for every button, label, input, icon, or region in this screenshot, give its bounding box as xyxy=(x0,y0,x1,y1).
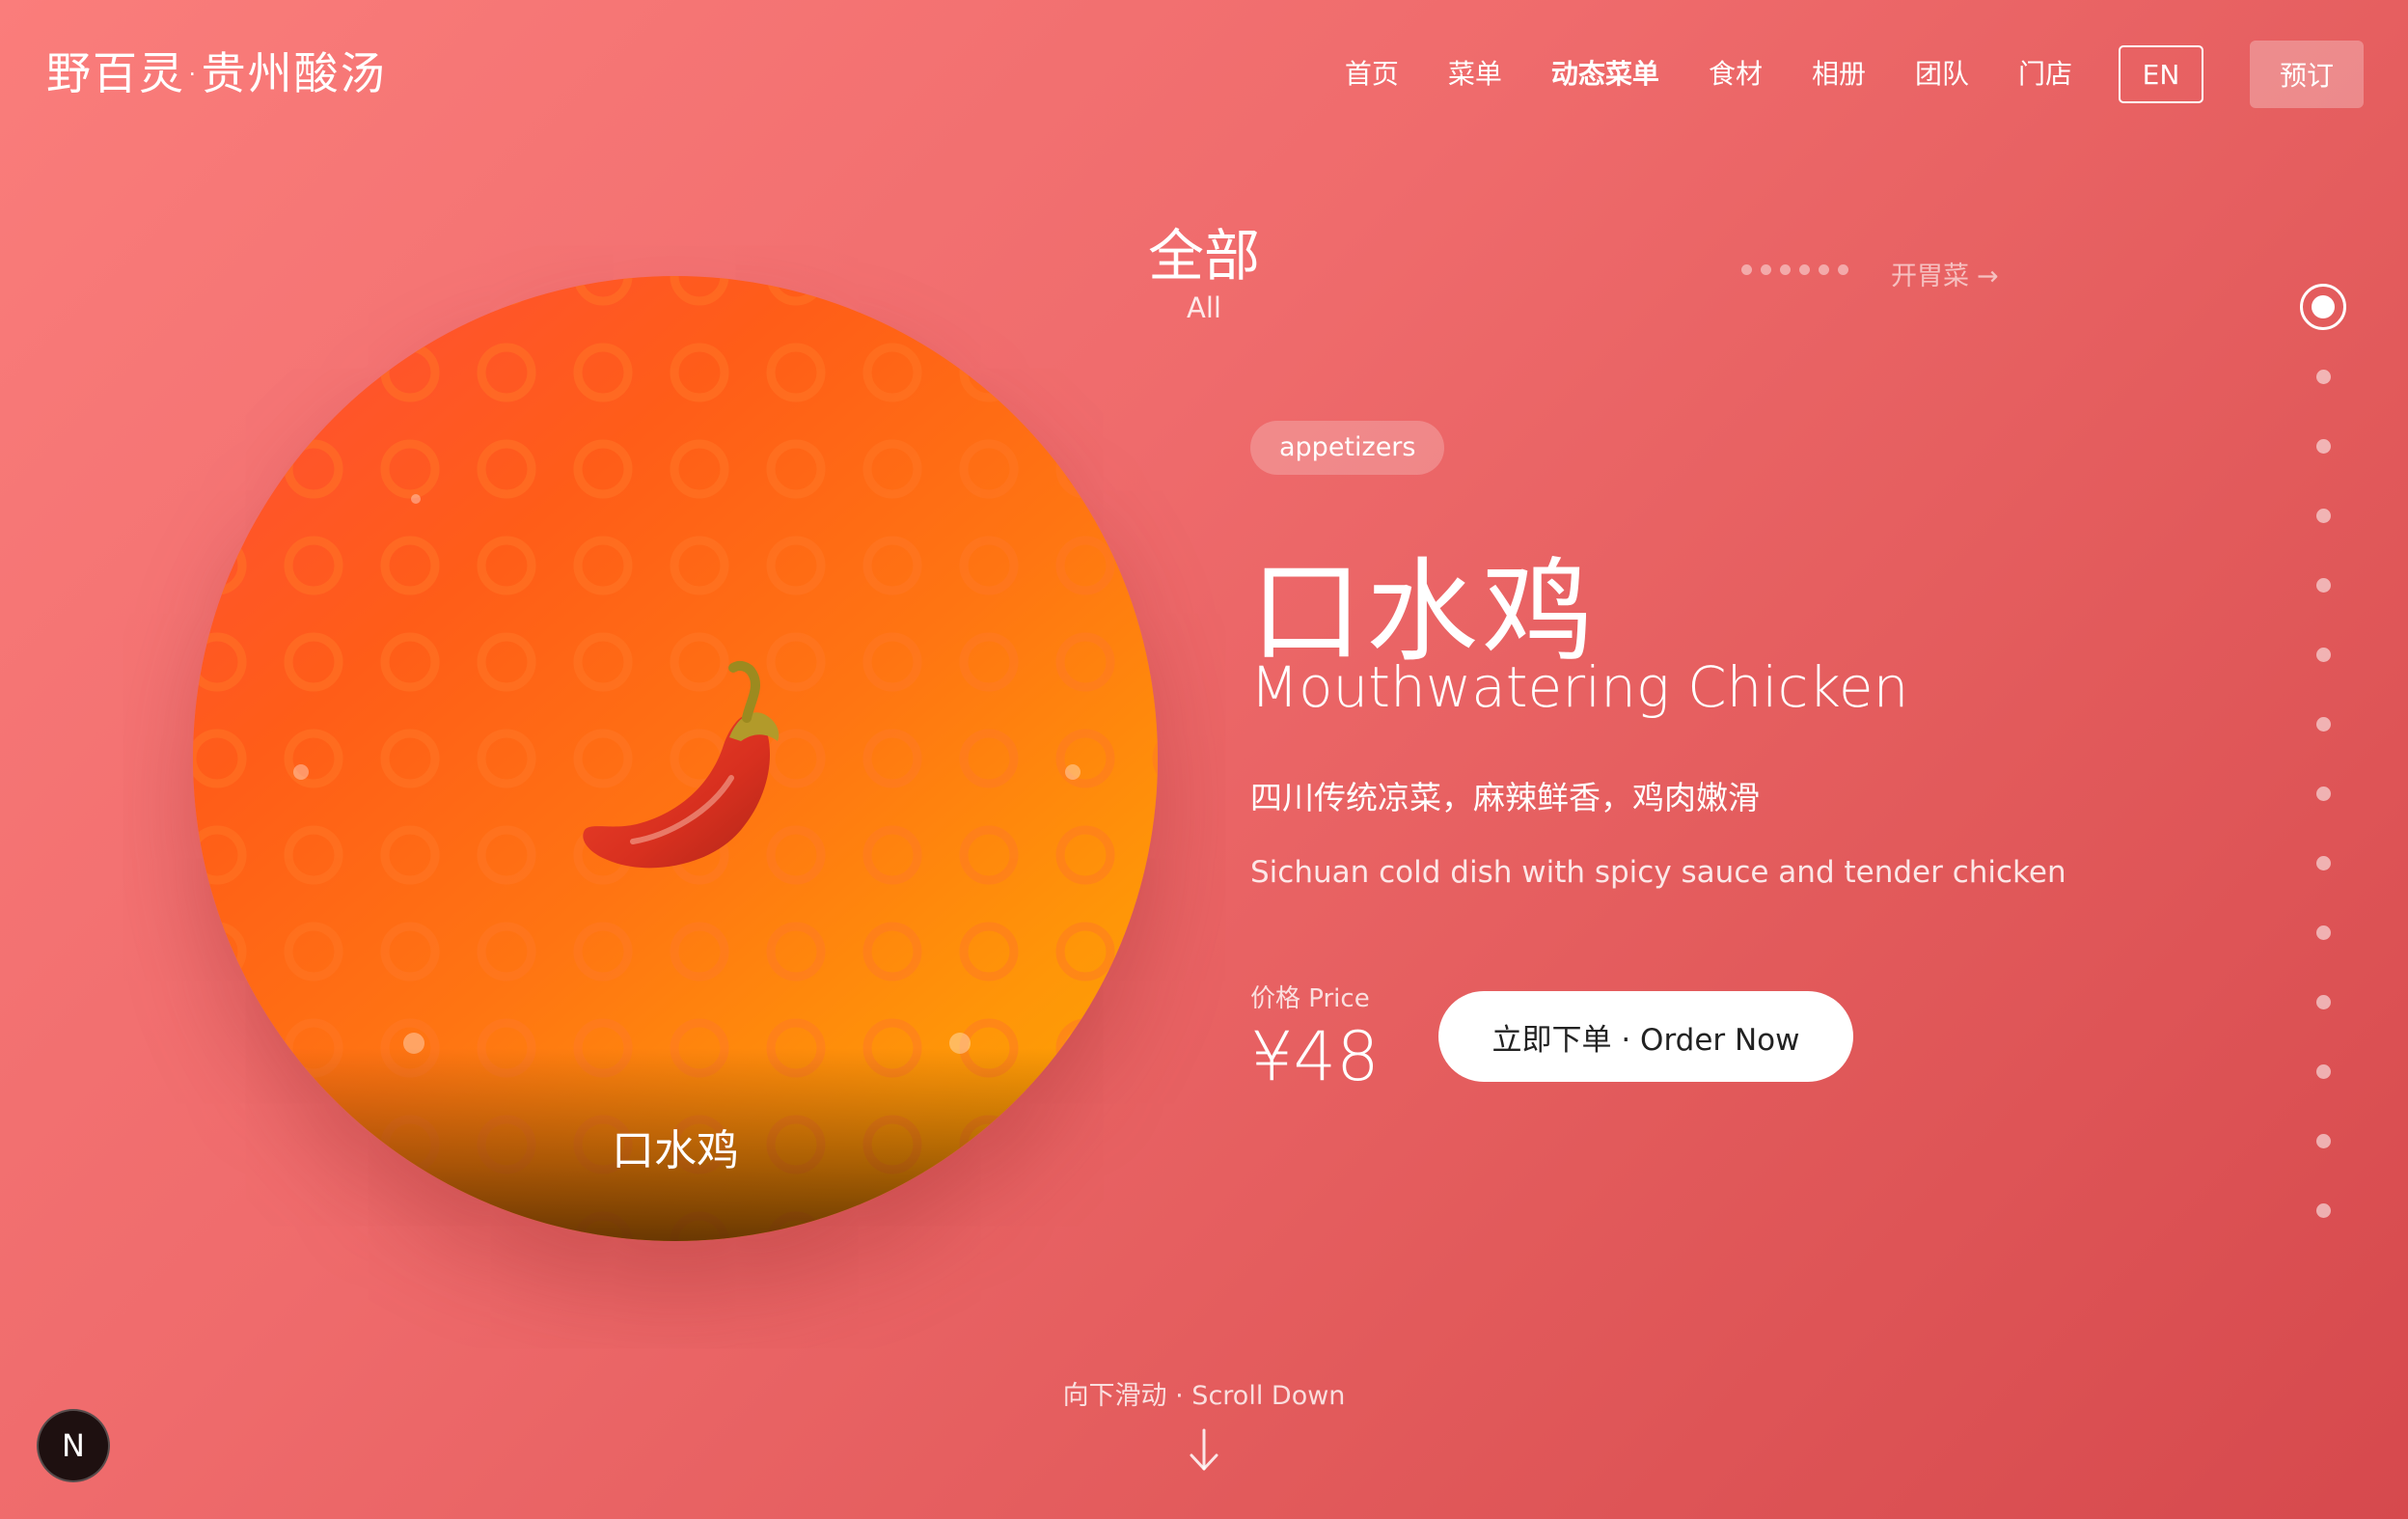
pager-dot[interactable] xyxy=(2316,509,2331,523)
category-dot[interactable] xyxy=(1799,264,1810,275)
dish-description-en: Sichuan cold dish with spicy sauce and t… xyxy=(1250,855,2066,890)
category-dot[interactable] xyxy=(1838,264,1848,275)
arrow-right-icon: → xyxy=(1977,262,1999,291)
category-tag: appetizers xyxy=(1250,421,1445,475)
pager-dot[interactable] xyxy=(2316,995,2331,1009)
reserve-button[interactable]: 预订 xyxy=(2250,41,2364,108)
scroll-hint[interactable]: 向下滑动 · Scroll Down xyxy=(915,1374,1493,1412)
dish-image-circle[interactable]: 口水鸡 xyxy=(193,276,1158,1241)
pager-dot[interactable] xyxy=(2316,370,2331,384)
nav-stores[interactable]: 门店 xyxy=(2018,44,2072,104)
dish-name-en: Mouthwatering Chicken xyxy=(1250,654,1909,720)
language-toggle-button[interactable]: EN xyxy=(2119,45,2203,103)
order-now-button[interactable]: 立即下单 · Order Now xyxy=(1438,991,1853,1082)
nav-dynamic-menu[interactable]: 动态菜单 xyxy=(1551,44,1659,104)
pager-dot[interactable] xyxy=(2316,439,2331,454)
pager-dot[interactable] xyxy=(2316,1064,2331,1079)
dish-description-zh: 四川传统凉菜，麻辣鲜香，鸡肉嫩滑 xyxy=(1250,779,1760,816)
nav-gallery[interactable]: 相册 xyxy=(1812,44,1866,104)
n-logo-badge[interactable]: N xyxy=(37,1409,110,1482)
category-dot[interactable] xyxy=(1780,264,1791,275)
pager-dot[interactable] xyxy=(2316,648,2331,662)
nav-team[interactable]: 团队 xyxy=(1915,44,1969,104)
nav-ingredients[interactable]: 食材 xyxy=(1709,44,1763,104)
arrow-down-icon[interactable] xyxy=(1187,1426,1221,1473)
nav-home[interactable]: 首页 xyxy=(1345,44,1399,104)
category-dot[interactable] xyxy=(1761,264,1771,275)
pager-dot[interactable] xyxy=(2316,1134,2331,1148)
next-category-link[interactable]: 开胃菜 → xyxy=(1891,255,1999,292)
nav-menu[interactable]: 菜单 xyxy=(1448,44,1502,104)
pager-dot[interactable] xyxy=(2316,787,2331,801)
pager-dot-active[interactable] xyxy=(2300,284,2346,330)
main-nav: 首页 菜单 动态菜单 食材 相册 团队 门店 EN 预订 xyxy=(1296,41,2364,108)
pager-dot[interactable] xyxy=(2316,1203,2331,1218)
next-category-label: 开胃菜 xyxy=(1891,262,1969,291)
price-value: ¥48 xyxy=(1250,1017,1380,1096)
brand-logo[interactable]: 野百灵·贵州酸汤 xyxy=(46,39,387,102)
pager-dot[interactable] xyxy=(2316,717,2331,732)
pager-dot[interactable] xyxy=(2316,578,2331,593)
category-dots xyxy=(1741,264,1857,275)
category-dot[interactable] xyxy=(1819,264,1829,275)
pager-dot[interactable] xyxy=(2316,925,2331,940)
pager-dot[interactable] xyxy=(2316,856,2331,870)
category-dot[interactable] xyxy=(1741,264,1752,275)
dish-caption: 口水鸡 xyxy=(612,1126,739,1175)
price-label: 价格 Price xyxy=(1250,984,1370,1013)
